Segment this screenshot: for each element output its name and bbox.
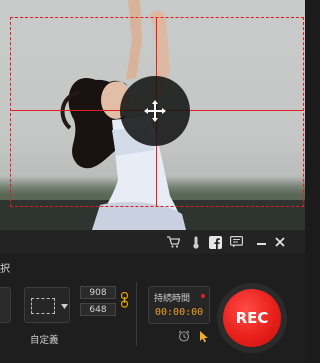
duration-value: 00:00:00	[155, 307, 204, 318]
height-input[interactable]	[80, 303, 116, 316]
cart-icon[interactable]	[166, 235, 180, 249]
dashed-region-icon	[31, 298, 55, 314]
move-icon	[144, 100, 166, 122]
record-dot-icon	[201, 294, 205, 298]
width-input[interactable]	[80, 286, 116, 299]
duration-label: 持続時間	[154, 294, 191, 304]
lock-icon[interactable]	[121, 292, 128, 308]
dropdown-arrow-icon	[61, 304, 68, 309]
thermometer-icon[interactable]	[189, 235, 203, 249]
custom-region-selector[interactable]	[24, 287, 70, 323]
recorder-panel: 択 自定義 持続時間 00:00:00 REC	[0, 230, 305, 363]
message-icon[interactable]	[229, 235, 243, 249]
move-handle[interactable]	[120, 76, 190, 146]
close-icon[interactable]	[273, 235, 287, 249]
alarm-clock-icon[interactable]	[178, 330, 190, 342]
title-bar	[0, 230, 305, 254]
rec-button[interactable]: REC	[223, 289, 281, 347]
fullscreen-option[interactable]	[0, 287, 11, 323]
region-select-menu[interactable]: 択	[0, 260, 10, 275]
facebook-icon[interactable]	[208, 235, 222, 249]
cursor-icon[interactable]	[199, 330, 209, 343]
duration-box: 持続時間 00:00:00	[148, 286, 210, 324]
divider	[136, 282, 137, 346]
minimize-icon[interactable]	[255, 235, 269, 249]
custom-label: 自定義	[30, 335, 59, 346]
